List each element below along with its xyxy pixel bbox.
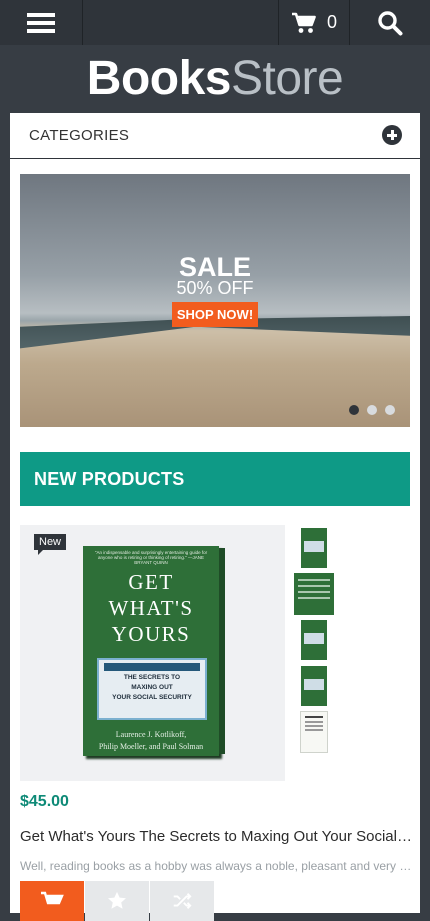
top-bar-spacer bbox=[83, 0, 279, 45]
shuffle-icon bbox=[173, 893, 192, 909]
new-products-header: NEW PRODUCTS bbox=[20, 452, 410, 506]
slider-dot-2[interactable] bbox=[367, 405, 377, 415]
slider-dots bbox=[349, 405, 395, 415]
book-title-line-1: GET bbox=[128, 570, 174, 594]
cart-count: 0 bbox=[326, 12, 337, 32]
top-bar: 0 bbox=[0, 0, 430, 45]
shop-now-button[interactable]: SHOP NOW! bbox=[172, 302, 258, 327]
slider-dot-1[interactable] bbox=[349, 405, 359, 415]
sale-banner[interactable]: SALE 50% OFF SHOP NOW! bbox=[20, 174, 410, 427]
logo-store: Store bbox=[230, 52, 344, 105]
star-icon bbox=[108, 891, 126, 909]
content-panel: CATEGORIES SALE 50% OFF SHOP NOW! NEW PR… bbox=[10, 113, 420, 921]
book-spine bbox=[219, 548, 225, 754]
search-button[interactable] bbox=[350, 0, 430, 45]
add-to-cart-button[interactable] bbox=[20, 881, 84, 921]
book-authors-1: Laurence J. Kotlikoff, bbox=[115, 730, 187, 739]
expand-plus-icon[interactable] bbox=[382, 125, 402, 145]
logo-books: Books bbox=[86, 52, 232, 105]
thumbnail-2[interactable] bbox=[294, 573, 334, 615]
banner-subtitle: 50% OFF bbox=[176, 278, 254, 298]
social-security-card: THE SECRETS TO MAXING OUT YOUR SOCIAL SE… bbox=[97, 658, 207, 720]
thumbnail-1[interactable] bbox=[301, 528, 327, 568]
menu-button[interactable] bbox=[0, 0, 83, 45]
product-title[interactable]: Get What's Yours The Secrets to Maxing O… bbox=[20, 828, 412, 845]
store-logo[interactable]: BooksStore bbox=[0, 50, 430, 110]
card-line-1: THE SECRETS TO bbox=[123, 674, 181, 681]
cart-button[interactable]: 0 bbox=[279, 0, 350, 45]
book-title-line-3: YOURS bbox=[111, 622, 191, 646]
product-price: $45.00 bbox=[20, 793, 69, 810]
slider-dot-3[interactable] bbox=[385, 405, 395, 415]
card-line-3: YOUR SOCIAL SECURITY bbox=[112, 694, 192, 701]
compare-button[interactable] bbox=[150, 881, 214, 921]
book-title-line-2: WHAT'S bbox=[108, 596, 194, 620]
new-products-title: NEW PRODUCTS bbox=[34, 469, 185, 489]
cart-icon bbox=[291, 12, 316, 33]
new-badge: New bbox=[34, 534, 67, 555]
thumbnail-4[interactable] bbox=[301, 666, 327, 706]
product-image[interactable]: New "An indispensable and surprisingly e… bbox=[20, 525, 285, 781]
menu-icon bbox=[27, 12, 55, 33]
thumbnail-3[interactable] bbox=[301, 620, 327, 660]
book-authors-2: Philip Moeller, and Paul Solman bbox=[98, 742, 204, 751]
categories-label: CATEGORIES bbox=[29, 127, 130, 144]
product-description: Well, reading books as a hobby was alway… bbox=[20, 859, 412, 873]
cart-icon bbox=[41, 891, 64, 905]
search-icon bbox=[378, 10, 403, 35]
wishlist-button[interactable] bbox=[85, 881, 149, 921]
card-line-2: MAXING OUT bbox=[131, 684, 173, 691]
book-cover: "An indispensable and surprisingly enter… bbox=[83, 546, 225, 756]
card-header bbox=[104, 663, 200, 671]
book-quote: "An indispensable and surprisingly enter… bbox=[94, 550, 208, 565]
thumbnail-5[interactable] bbox=[300, 711, 328, 753]
categories-bar[interactable]: CATEGORIES bbox=[10, 113, 420, 159]
